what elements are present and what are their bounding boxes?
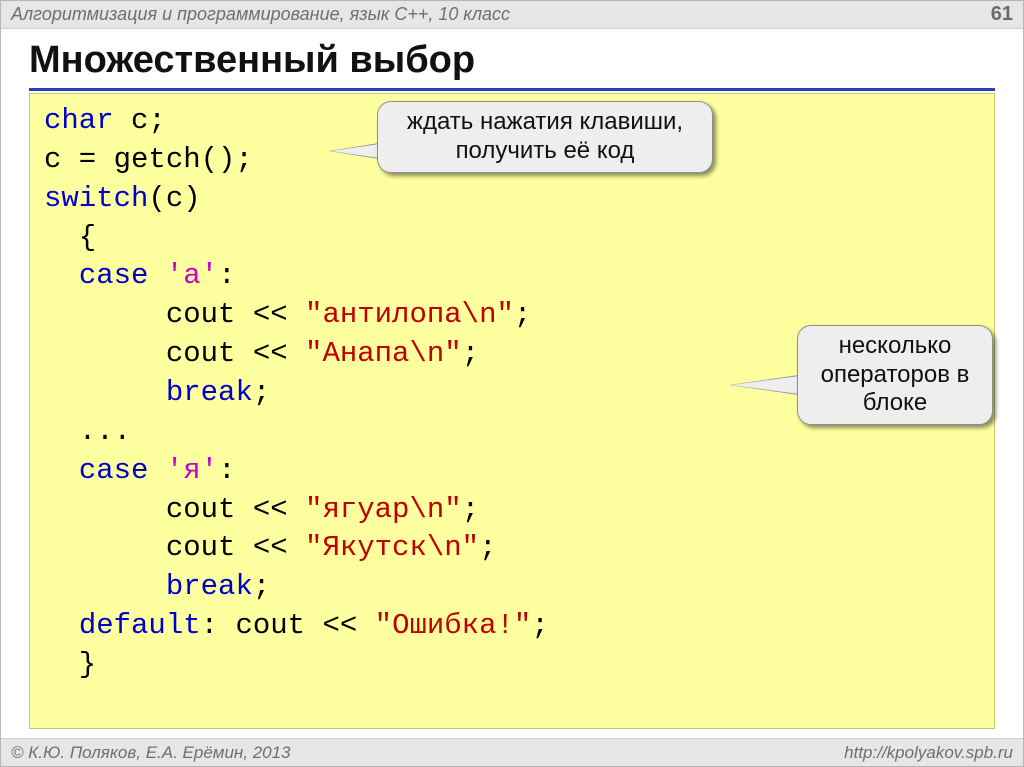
callout-2-line2: операторов в <box>821 361 970 390</box>
switch-arg: (c) <box>148 182 200 215</box>
cout-1a: cout << <box>44 298 305 331</box>
kw-case-1: case <box>79 259 149 292</box>
str-2b: "Якутск\n" <box>305 531 479 564</box>
callout-1-pointer <box>329 143 379 159</box>
callout-1-line2: получить её код <box>407 137 683 166</box>
callout-2: несколько операторов в блоке <box>797 325 993 425</box>
decl-rest: c; <box>114 104 166 137</box>
str-2a: "ягуар\n" <box>305 493 462 526</box>
str-1a: "антилопа\n" <box>305 298 514 331</box>
callout-2-pointer <box>729 375 799 395</box>
str-err: "Ошибка!" <box>375 609 532 642</box>
cout-2b: cout << <box>44 531 305 564</box>
break2-indent <box>44 570 166 603</box>
page-number: 61 <box>991 3 1013 26</box>
semi-2b: ; <box>479 531 496 564</box>
assign-line: c = getch(); <box>44 143 253 176</box>
callout-1: ждать нажатия клавиши, получить её код <box>377 101 713 173</box>
brace-close: } <box>44 648 96 681</box>
kw-switch: switch <box>44 182 148 215</box>
cout-2a: cout << <box>44 493 305 526</box>
kw-break-2: break <box>166 570 253 603</box>
semi-1b: ; <box>462 337 479 370</box>
case1-colon: : <box>218 259 235 292</box>
bottom-bar: © К.Ю. Поляков, Е.А. Ерёмин, 2013 http:/… <box>1 738 1023 766</box>
case2-colon: : <box>218 454 235 487</box>
semi-b2: ; <box>253 570 270 603</box>
footer-left: © К.Ю. Поляков, Е.А. Ерёмин, 2013 <box>11 743 291 763</box>
cout-1b: cout << <box>44 337 305 370</box>
kw-break-1: break <box>166 376 253 409</box>
default-cout: : cout << <box>201 609 375 642</box>
str-1b: "Анапа\n" <box>305 337 462 370</box>
kw-char: char <box>44 104 114 137</box>
page-title: Множественный выбор <box>1 29 1023 86</box>
breadcrumb: Алгоритмизация и программирование, язык … <box>11 4 510 25</box>
kw-case-2: case <box>79 454 149 487</box>
callout-2-line1: несколько <box>821 332 970 361</box>
title-rule <box>29 88 995 91</box>
footer-right: http://kpolyakov.spb.ru <box>844 743 1013 763</box>
callout-1-line1: ждать нажатия клавиши, <box>407 108 683 137</box>
ellipsis: ... <box>44 415 131 448</box>
callout-2-line3: блоке <box>821 389 970 418</box>
semi-1a: ; <box>514 298 531 331</box>
break1-indent <box>44 376 166 409</box>
semi-b1: ; <box>253 376 270 409</box>
semi-err: ; <box>531 609 548 642</box>
slide: Алгоритмизация и программирование, язык … <box>0 0 1024 767</box>
case1-literal: 'а' <box>166 259 218 292</box>
semi-2a: ; <box>462 493 479 526</box>
case2-literal: 'я' <box>166 454 218 487</box>
kw-default: default <box>79 609 201 642</box>
top-bar: Алгоритмизация и программирование, язык … <box>1 1 1023 29</box>
brace-open: { <box>44 221 96 254</box>
content-area: char c; c = getch(); switch(c) { case 'а… <box>29 93 995 728</box>
